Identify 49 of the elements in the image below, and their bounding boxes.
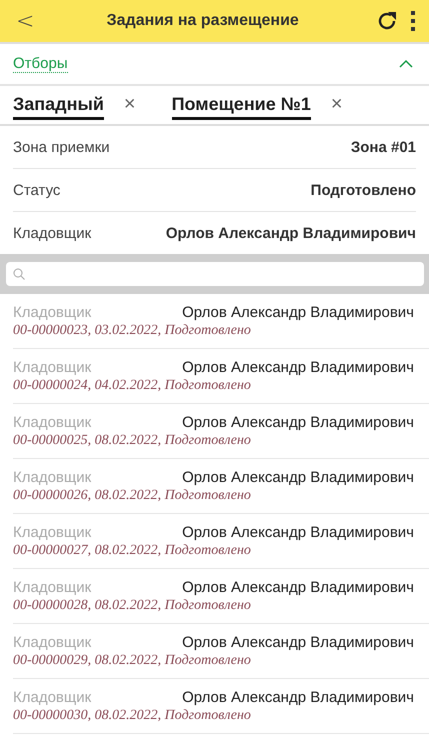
row-value: Орлов Александр Владимирович <box>182 468 414 486</box>
row-details: 00-00000024, 04.02.2022, Подготовлено <box>13 378 251 394</box>
chevron-icon[interactable] <box>399 59 413 69</box>
back-button[interactable]: < <box>10 8 40 34</box>
list-item[interactable]: Кладовщик Орлов Александр Владимирович 00-00000027, 08.02.2022, Подготовлено <box>13 514 429 569</box>
filter-chip[interactable]: Западный <box>13 94 104 120</box>
row-label: Кладовщик <box>13 468 92 486</box>
more-icon[interactable] <box>409 9 417 33</box>
row-details: 00-00000025, 08.02.2022, Подготовлено <box>13 432 251 448</box>
row-value: Орлов Александр Владимирович <box>182 414 414 430</box>
list-item[interactable]: Кладовщик Орлов Александр Владимирович 00-00000024, 04.02.2022, Подготовлено <box>13 349 429 404</box>
field-label: Статус <box>13 182 60 198</box>
field-label: Зона приемки <box>13 138 110 156</box>
search-field[interactable] <box>6 262 424 286</box>
remove-button[interactable]: × <box>124 94 136 114</box>
search-icon <box>13 268 25 280</box>
list-item[interactable]: Кладовщик Орлов Александр Владимирович 00-00000028, 08.02.2022, Подготовлено <box>13 569 429 624</box>
field-value[interactable]: Орлов Александр Владимирович <box>166 224 416 242</box>
list-item[interactable]: Кладовщик Орлов Александр Владимирович 00-00000030, 08.02.2022, Подготовлено <box>13 679 429 734</box>
field-label: Кладовщик <box>13 224 92 242</box>
field-value[interactable]: Зона #01 <box>350 138 416 156</box>
filter-chip[interactable]: Помещение №1 <box>172 94 311 120</box>
row-details: 00-00000027, 08.02.2022, Подготовлено <box>13 542 251 558</box>
row-value: Орлов Александр Владимирович <box>182 358 414 376</box>
row-details: 00-00000026, 08.02.2022, Подготовлено <box>13 488 251 504</box>
row-details: 00-00000029, 08.02.2022, Подготовлено <box>13 652 251 668</box>
row-label: Кладовщик <box>13 634 92 650</box>
list-item[interactable]: Кладовщик Орлов Александр Владимирович 00-00000025, 08.02.2022, Подготовлено <box>13 404 429 459</box>
filters-link[interactable]: Отборы <box>13 55 68 73</box>
row-details: 00-00000028, 08.02.2022, Подготовлено <box>13 598 251 614</box>
screen-title: Задания на размещение <box>106 12 300 30</box>
row-details: 00-00000030, 08.02.2022, Подготовлено <box>13 708 251 724</box>
row-label: Кладовщик <box>13 414 92 430</box>
field-value[interactable]: Подготовлено <box>310 182 416 198</box>
row-label: Кладовщик <box>13 688 92 706</box>
row-value: Орлов Александр Владимирович <box>182 304 414 320</box>
row-value: Орлов Александр Владимирович <box>182 634 414 650</box>
list-item[interactable]: Кладовщик Орлов Александр Владимирович 00-00000023, 03.02.2022, Подготовлено <box>13 294 429 349</box>
row-value: Орлов Александр Владимирович <box>182 578 414 596</box>
row-value: Орлов Александр Владимирович <box>182 524 414 540</box>
list-item[interactable]: Кладовщик Орлов Александр Владимирович 00-00000026, 08.02.2022, Подготовлено <box>13 459 429 514</box>
row-label: Кладовщик <box>13 578 92 596</box>
remove-button[interactable]: × <box>330 94 343 114</box>
row-label: Кладовщик <box>13 358 92 376</box>
list-item[interactable]: Кладовщик Орлов Александр Владимирович 00-00000029, 08.02.2022, Подготовлено <box>13 624 429 679</box>
row-label: Кладовщик <box>13 304 92 320</box>
row-value: Орлов Александр Владимирович <box>182 688 414 706</box>
row-details: 00-00000023, 03.02.2022, Подготовлено <box>13 322 251 338</box>
row-label: Кладовщик <box>13 524 92 540</box>
